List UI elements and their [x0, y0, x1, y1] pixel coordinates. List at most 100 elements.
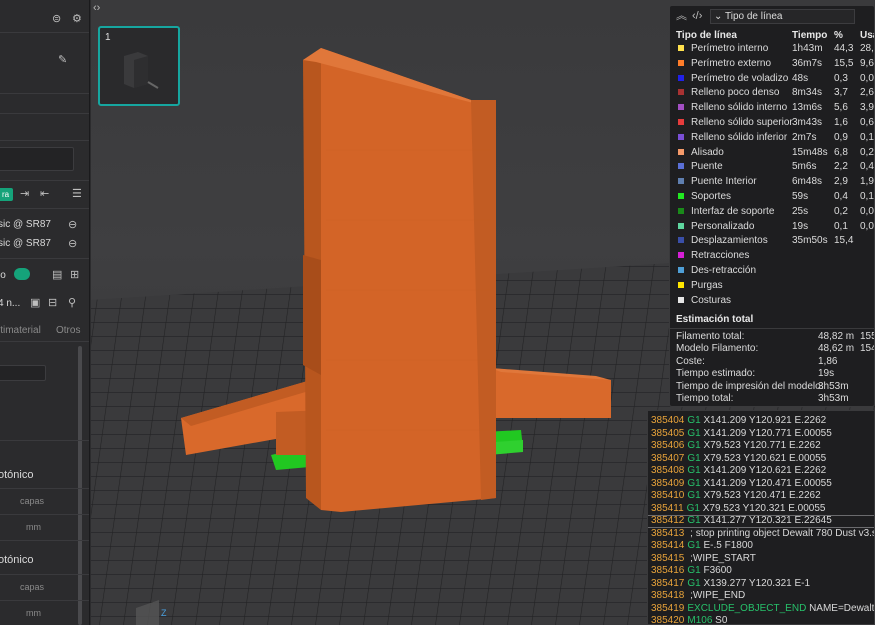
legend-swatch	[678, 178, 684, 185]
legend-type: Perímetro externo	[691, 57, 772, 69]
legend-type: Interfaz de soporte	[691, 205, 775, 217]
section-title-1: otónico	[0, 469, 34, 481]
legend-row[interactable]: Desplazamientos 35m50s 15,4	[670, 234, 874, 248]
gcode-line[interactable]: 385411 G1 X79.523 Y120.321 E.00055	[651, 503, 825, 514]
legend-swatch	[678, 133, 684, 140]
legend-row[interactable]: Puente Interior 6m48s 2,9 1,95	[670, 175, 874, 189]
legend-row[interactable]: Interfaz de soporte 25s 0,2 0,07	[670, 205, 874, 219]
estimate-label: Tiempo de impresión del modelo:	[676, 380, 824, 392]
gcode-line[interactable]: 385404 G1 X141.209 Y120.921 E.2262	[651, 415, 826, 426]
tab-active[interactable]: ra	[0, 188, 14, 201]
toggle-label: lo	[0, 270, 6, 281]
legend-row[interactable]: Puente 5m6s 2,2 0,43	[670, 160, 874, 174]
estimate-label: Coste:	[676, 355, 705, 367]
gcode-line[interactable]: 385410 G1 X79.523 Y120.471 E.2262	[651, 490, 821, 501]
legend-percent: 15,4	[834, 235, 854, 247]
legend-type: Relleno sólido interno	[691, 102, 788, 114]
legend-type: Relleno sólido inferior	[691, 131, 788, 143]
legend-swatch	[678, 237, 684, 244]
view-type-select[interactable]: ⌄ Tipo de línea	[710, 9, 855, 24]
legend-row[interactable]: Purgas	[670, 279, 874, 293]
toggle-switch[interactable]	[14, 268, 30, 280]
gcode-args: X139.277 Y120.321 E-1	[700, 577, 811, 589]
gcode-line[interactable]: 385420 M106 S0	[651, 615, 727, 624]
code-icon[interactable]: ‹/›	[692, 10, 702, 22]
gcode-line[interactable]: 385418 ;WIPE_END	[651, 590, 745, 601]
collapse-icon[interactable]: ‹›	[93, 2, 100, 14]
gcode-line[interactable]: 385408 G1 X141.209 Y120.621 E.2262	[651, 465, 826, 476]
export-icon[interactable]: ⇤	[40, 188, 49, 200]
estimate-label: Filamento total:	[676, 331, 745, 342]
legend-swatch	[678, 163, 684, 170]
legend-row[interactable]: Perímetro interno 1h43m 44,3 28,9	[670, 42, 874, 56]
legend-used: 2,67	[860, 87, 874, 99]
gcode-line[interactable]: 385407 G1 X79.523 Y120.621 E.00055	[651, 453, 826, 464]
legend-row[interactable]: Des-retracción	[670, 264, 874, 278]
divider	[0, 488, 89, 489]
legend-type: Soportes	[691, 191, 732, 202]
remove-icon[interactable]: ⊖	[68, 219, 77, 231]
gcode-line[interactable]: 385419EXCLUDE_OBJECT_END NAME=Dewalt_780…	[651, 603, 874, 614]
legend-row[interactable]: Personalizado 19s 0,1 0,02	[670, 220, 874, 234]
legend-row[interactable]: Retracciones	[670, 249, 874, 263]
import-icon[interactable]: ⇥	[20, 188, 29, 200]
divider	[0, 180, 89, 181]
compare-icon[interactable]: ⊜	[52, 13, 61, 25]
legend-row[interactable]: Soportes 59s 0,4 0,13	[670, 190, 874, 204]
legend-row[interactable]: Perímetro externo 36m7s 15,5 9,60	[670, 57, 874, 71]
gcode-line[interactable]: 385417 G1 X139.277 Y120.321 E-1	[651, 578, 810, 589]
divider	[0, 32, 89, 33]
gcode-line-number: 385409	[651, 477, 685, 489]
divider	[0, 140, 89, 141]
gcode-line[interactable]: 385416 G1 F3600	[651, 565, 732, 576]
search-field[interactable]	[0, 147, 74, 171]
legend-type: Personalizado	[691, 220, 755, 232]
legend-swatch	[678, 119, 684, 125]
list-icon[interactable]: ▤	[52, 269, 62, 281]
printer-name-2[interactable]: sic @ SR87	[0, 238, 51, 249]
legend-row[interactable]: Relleno sólido superior3m43s 1,6 0,69	[670, 116, 874, 130]
legend-row[interactable]: Relleno sólido interno 13m6s 5,6 3,96	[670, 101, 874, 115]
divider	[670, 328, 874, 329]
gcode-line[interactable]: 385414 G1 E-.5 F1800	[651, 540, 753, 551]
legend-row[interactable]: Relleno poco denso 8m34s 3,7 2,67	[670, 86, 874, 100]
gcode-line-number: 385412	[651, 515, 685, 526]
legend-row[interactable]: Alisado 15m48s 6,8 0,20	[670, 146, 874, 160]
search-icon[interactable]: ⚲	[68, 297, 76, 309]
minus-box-icon[interactable]: ⊟	[48, 297, 57, 309]
gcode-line[interactable]: 385413 ; stop printing object Dewalt 780…	[651, 528, 874, 539]
gcode-args: X79.523 Y120.771 E.2262	[700, 440, 821, 451]
ab-icon[interactable]: ⊞	[70, 269, 79, 281]
legend-row[interactable]: Costuras	[670, 294, 874, 308]
gcode-line[interactable]: 385405 G1 X141.209 Y120.771 E.00055	[651, 428, 832, 439]
gcode-line[interactable]: 385415 ;WIPE_START	[651, 553, 756, 564]
legend-row[interactable]: Perímetro de voladizo48s 0,3 0,06	[670, 72, 874, 86]
gcode-line[interactable]: 385409 G1 X141.209 Y120.471 E.00055	[651, 478, 832, 489]
save-icon[interactable]: ▣	[30, 297, 40, 309]
estimate-value: 3h53m	[818, 380, 849, 392]
gcode-line[interactable]: 385412 G1 X141.277 Y120.321 E.22645	[651, 515, 832, 526]
gcode-command: G1	[687, 540, 701, 551]
edit-icon[interactable]: ✎	[58, 54, 67, 66]
printer-name-1[interactable]: sic @ SR87	[0, 219, 51, 230]
legend-used: 0,14	[860, 131, 874, 143]
legend-time: 15m48s	[792, 146, 828, 158]
settings-icon[interactable]: ⚙	[72, 13, 82, 25]
gcode-args: X141.209 Y120.771 E.00055	[700, 427, 832, 439]
gcode-line[interactable]: 385406 G1 X79.523 Y120.771 E.2262	[651, 440, 821, 451]
gcode-viewer[interactable]: 385404 G1 X141.209 Y120.921 E.2262 385405 G…	[647, 410, 875, 625]
collapse-up-icon[interactable]: ︽	[676, 10, 687, 22]
scrollbar[interactable]	[78, 346, 82, 625]
gcode-line-number: 385405	[651, 427, 685, 439]
legend-row[interactable]: Relleno sólido inferior 2m7s 0,9 0,14	[670, 131, 874, 145]
tab-others[interactable]: Otros	[56, 325, 80, 336]
gcode-command: G1	[686, 502, 700, 514]
sliders-icon[interactable]: ☰	[72, 188, 82, 200]
legend-time: 2m7s	[792, 131, 817, 143]
plate-thumbnail[interactable]: 1	[98, 26, 180, 106]
legend-used: 9,60	[860, 57, 874, 69]
tab-multimaterial[interactable]: ltimaterial	[0, 325, 41, 336]
value-field[interactable]	[0, 365, 46, 381]
profile-name[interactable]: 4 n...	[0, 298, 20, 309]
remove-icon[interactable]: ⊖	[68, 238, 77, 250]
